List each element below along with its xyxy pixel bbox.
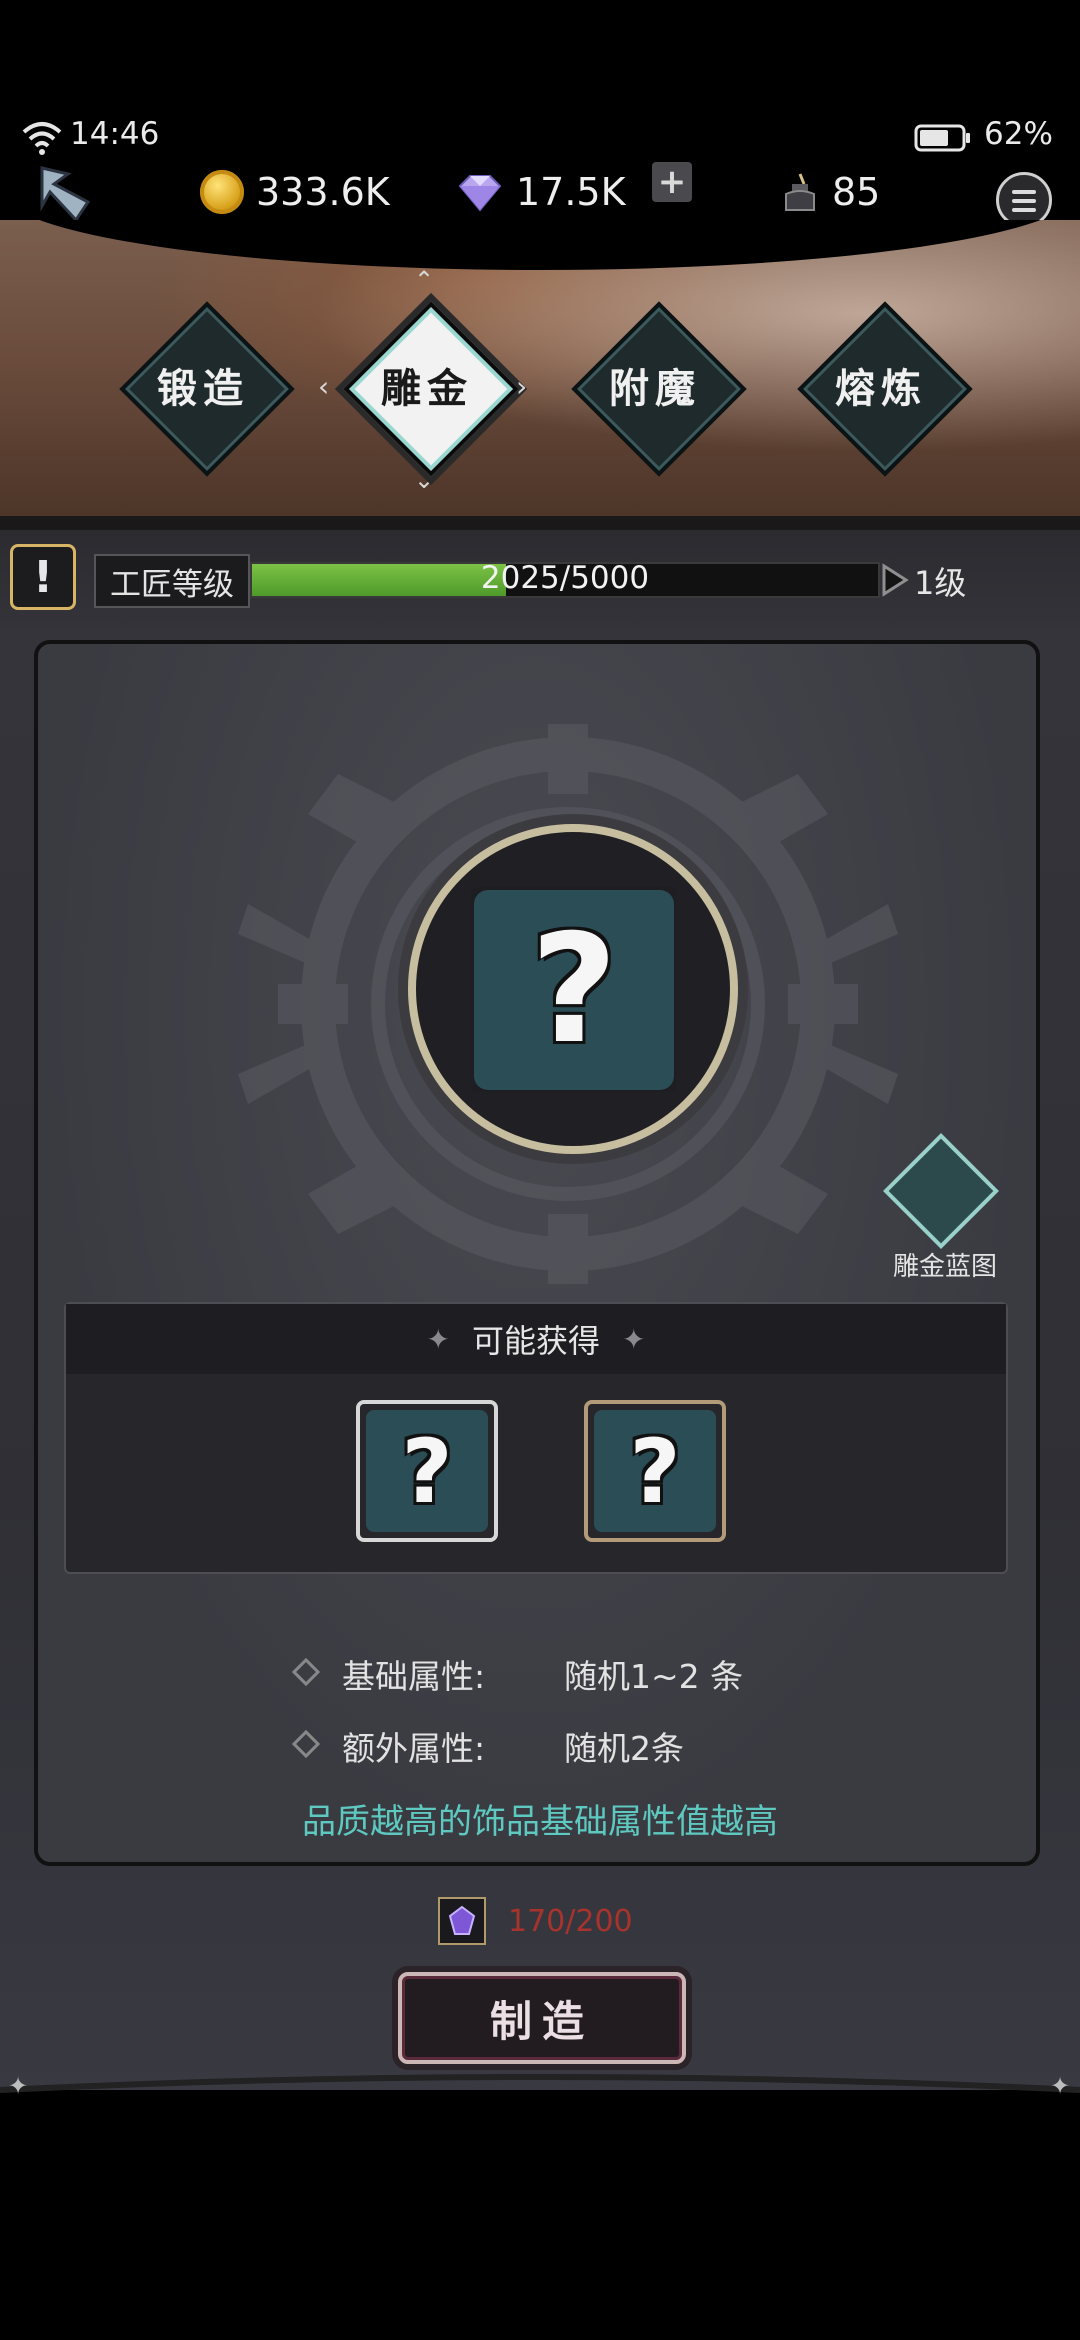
level-value: 1级 xyxy=(914,564,967,602)
possible-rewards-box: ✦ 可能获得 ✦ ? ? xyxy=(64,1302,1008,1574)
unknown-item-card: ? xyxy=(474,890,674,1090)
crafting-screen: { "status_bar": { "time": "14:46", "batt… xyxy=(0,0,1080,2340)
workshop-banner: 锻造 雕金 ‹ › ⌃ ⌄ 附魔 熔炼 xyxy=(0,220,1080,530)
reward-item[interactable]: ? xyxy=(584,1400,726,1542)
battery-icon xyxy=(914,124,970,152)
unknown-item-card: ? xyxy=(594,1410,716,1532)
scroll-icon xyxy=(883,1133,999,1249)
add-diamonds-button[interactable]: + xyxy=(652,162,692,202)
craft-button[interactable]: 制造 xyxy=(398,1972,686,2064)
material-cost: 170/200 xyxy=(438,1894,633,1948)
tab-label: 熔炼 xyxy=(835,366,927,412)
quality-hint: 品质越高的饰品基础属性值越高 xyxy=(302,1802,778,1842)
chevron-up-icon: ⌃ xyxy=(414,266,435,294)
question-mark-icon: ? xyxy=(401,1419,453,1523)
bottom-ornament-divider: ✦ ✦ xyxy=(0,2072,1080,2100)
possible-rewards-title: 可能获得 xyxy=(471,1322,600,1360)
gold-counter: 333.6K xyxy=(200,164,390,220)
possible-rewards-header: ✦ 可能获得 ✦ xyxy=(66,1304,1006,1374)
unknown-item-card: ? xyxy=(366,1410,488,1532)
tab-label: 雕金 xyxy=(381,366,473,412)
attribute-key: 基础属性: xyxy=(342,1657,486,1696)
sparkle-icon: ✦ xyxy=(426,1322,450,1356)
material-cost-text: 170/200 xyxy=(508,1903,633,1939)
blueprint-label: 雕金蓝图 xyxy=(892,1252,997,1282)
question-mark-icon: ? xyxy=(629,1419,681,1523)
tab-label: 锻造 xyxy=(157,366,249,412)
craft-result-slot[interactable]: ? xyxy=(408,824,738,1154)
question-mark-icon: ? xyxy=(530,903,618,1077)
blueprint-button[interactable]: 雕金蓝图 xyxy=(880,1133,1010,1290)
svg-text:✦: ✦ xyxy=(8,2072,28,2100)
arrow-right-icon xyxy=(882,563,909,597)
battery-percent: 62% xyxy=(984,116,1053,152)
diamond-amount: 17.5K xyxy=(516,170,626,214)
xp-progress-bar: 2025/5000 xyxy=(250,560,880,598)
tab-smelting[interactable]: 熔炼 xyxy=(796,300,973,477)
crystal-material-icon xyxy=(438,1897,486,1945)
tab-enchanting[interactable]: 附魔 xyxy=(570,300,747,477)
info-button[interactable]: ! xyxy=(10,544,76,610)
attribute-key: 额外属性: xyxy=(342,1729,486,1768)
chevron-down-icon: ⌄ xyxy=(414,466,435,494)
diamond-counter: 17.5K xyxy=(456,164,626,220)
ink-bottle-icon xyxy=(785,173,815,211)
reward-item[interactable]: ? xyxy=(356,1400,498,1542)
ink-counter: 85 xyxy=(780,164,880,220)
attribute-value: 随机2条 xyxy=(564,1729,684,1768)
ink-amount: 85 xyxy=(832,170,881,214)
tab-engraving[interactable]: 雕金 xyxy=(342,300,519,477)
level-label: 工匠等级 xyxy=(94,554,250,608)
gold-coin-icon xyxy=(200,170,244,214)
svg-text:✦: ✦ xyxy=(1050,2072,1070,2100)
chevron-left-icon: ‹ xyxy=(318,370,330,403)
gold-amount: 333.6K xyxy=(256,170,390,214)
chevron-right-icon: › xyxy=(516,370,528,403)
tab-label: 附魔 xyxy=(609,366,701,412)
diamond-icon xyxy=(458,175,502,212)
xp-progress-text: 2025/5000 xyxy=(480,560,650,596)
tab-forging[interactable]: 锻造 xyxy=(118,300,295,477)
status-time: 14:46 xyxy=(70,116,160,152)
attribute-value: 随机1~2 条 xyxy=(564,1657,744,1696)
sparkle-icon: ✦ xyxy=(622,1322,646,1356)
craftsman-level-bar: ! 工匠等级 2025/5000 1级 xyxy=(0,530,1080,640)
